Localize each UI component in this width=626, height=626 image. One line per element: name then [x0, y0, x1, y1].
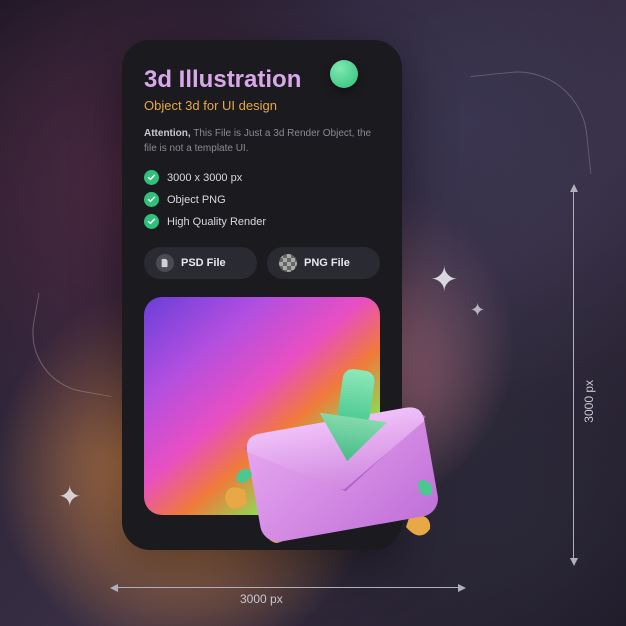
psd-file-button[interactable]: PSD File — [144, 247, 257, 279]
width-label: 3000 px — [240, 592, 283, 606]
decorative-curve-left — [23, 293, 127, 397]
sparkle-icon: ✦ — [430, 260, 459, 300]
envelope-download-illustration — [210, 340, 470, 560]
accent-dot-icon — [330, 60, 358, 88]
sparkle-icon: ✦ — [58, 480, 81, 513]
png-label: PNG File — [304, 257, 350, 269]
feature-label: Object PNG — [167, 194, 226, 206]
transparency-icon — [279, 254, 297, 272]
file-buttons-row: PSD File PNG File — [144, 247, 380, 279]
feature-item: 3000 x 3000 px — [144, 170, 380, 185]
sparkle-icon: ✦ — [470, 300, 485, 321]
height-label: 3000 px — [582, 380, 596, 423]
arrowhead-icon — [458, 584, 466, 592]
attention-label: Attention, — [144, 128, 191, 139]
card-subtitle: Object 3d for UI design — [144, 98, 380, 113]
feature-item: High Quality Render — [144, 214, 380, 229]
file-icon — [156, 254, 174, 272]
width-dimension-line — [116, 587, 460, 588]
check-icon — [144, 214, 159, 229]
feature-label: High Quality Render — [167, 216, 266, 228]
feature-label: 3000 x 3000 px — [167, 172, 242, 184]
decorative-curve-right — [471, 65, 592, 186]
arrowhead-icon — [570, 558, 578, 566]
arrowhead-icon — [570, 184, 578, 192]
check-icon — [144, 192, 159, 207]
arrowhead-icon — [110, 584, 118, 592]
attention-note: Attention, This File is Just a 3d Render… — [144, 127, 380, 156]
feature-list: 3000 x 3000 px Object PNG High Quality R… — [144, 170, 380, 229]
check-icon — [144, 170, 159, 185]
png-file-button[interactable]: PNG File — [267, 247, 380, 279]
height-dimension-line — [573, 190, 574, 560]
feature-item: Object PNG — [144, 192, 380, 207]
psd-label: PSD File — [181, 257, 226, 269]
